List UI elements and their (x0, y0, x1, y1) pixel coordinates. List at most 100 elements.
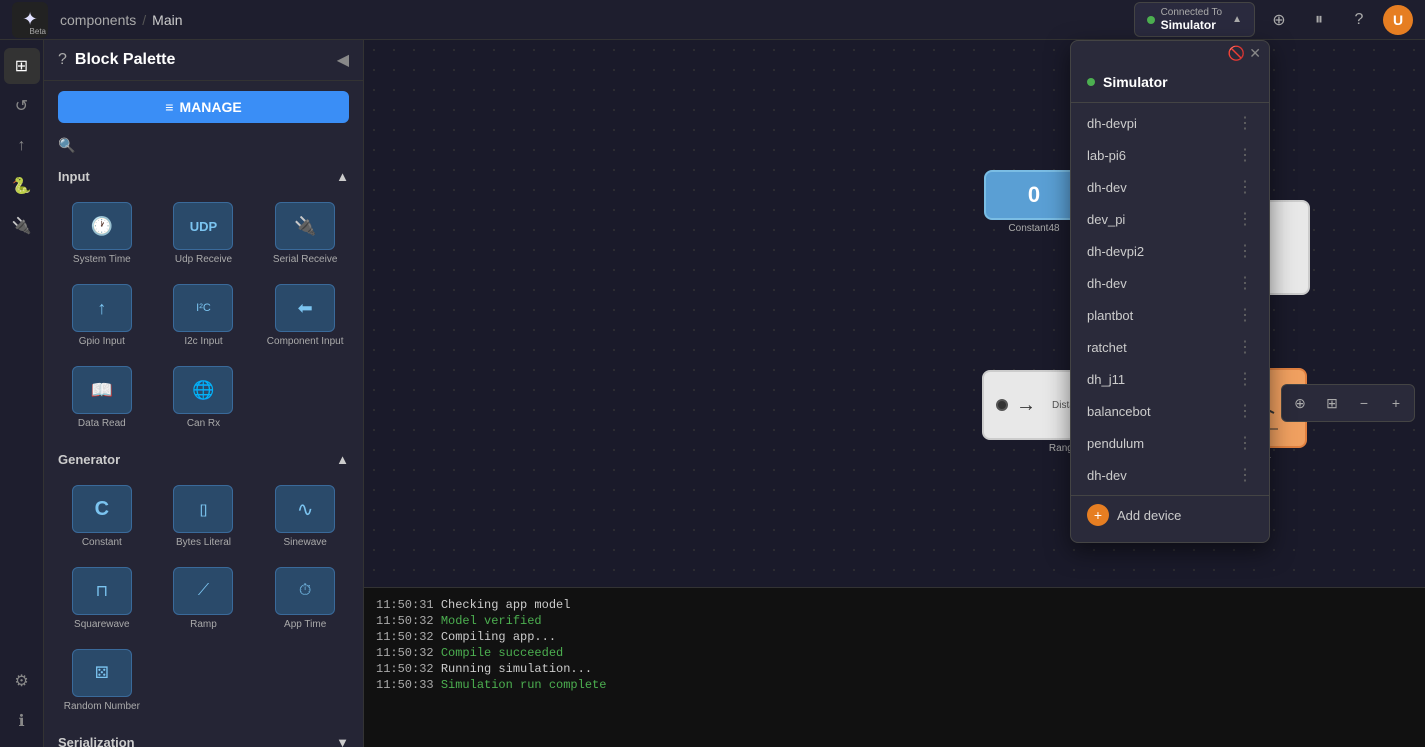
palette-bytes-literal[interactable]: [] Bytes Literal (156, 479, 252, 555)
device-menu-icon[interactable]: ⋮ (1237, 305, 1253, 325)
device-menu-icon[interactable]: ⋮ (1237, 113, 1253, 133)
palette-serial-receive[interactable]: 🔌 Serial Receive (257, 196, 353, 272)
palette-help-icon[interactable]: ? (58, 51, 67, 69)
palette-i2c-input[interactable]: I²C I2c Input (156, 278, 252, 354)
palette-ramp[interactable]: ⟋ Ramp (156, 561, 252, 637)
system-time-label: System Time (73, 254, 131, 266)
sidebar-header: ? Block Palette ◀ (44, 40, 363, 81)
serialization-section-header[interactable]: Serialization ▼ (44, 729, 363, 747)
palette-squarewave[interactable]: ⊓ Squarewave (54, 561, 150, 637)
palette-data-read[interactable]: 📖 Data Read (54, 360, 150, 436)
device-menu-icon[interactable]: ⋮ (1237, 401, 1253, 421)
constant-label: Constant (82, 537, 122, 549)
palette-section-input: Input ▲ 🕐 System Time UDP Udp Receive 🔌 … (44, 163, 363, 442)
sidebar-scroll: Input ▲ 🕐 System Time UDP Udp Receive 🔌 … (44, 163, 363, 747)
data-read-label: Data Read (78, 418, 126, 430)
nav-history-icon[interactable]: ↺ (4, 88, 40, 124)
device-item-ratchet[interactable]: ratchet ⋮ (1071, 331, 1269, 363)
palette-udp-receive[interactable]: UDP Udp Receive (156, 196, 252, 272)
simulator-label: Simulator (1161, 18, 1216, 32)
palette-system-time[interactable]: 🕐 System Time (54, 196, 150, 272)
device-item-dh-dev-3[interactable]: dh-dev ⋮ (1071, 459, 1269, 491)
canvas-target-button[interactable]: ⊕ (1286, 389, 1314, 417)
device-item-dh-devpi2[interactable]: dh-devpi2 ⋮ (1071, 235, 1269, 267)
chevron-up-icon (1232, 14, 1242, 25)
device-menu-icon[interactable]: ⋮ (1237, 145, 1253, 165)
generator-section-header[interactable]: Generator ▲ (44, 446, 363, 473)
device-menu-icon[interactable]: ⋮ (1237, 433, 1253, 453)
input-section-header[interactable]: Input ▲ (44, 163, 363, 190)
palette-can-rx[interactable]: 🌐 Can Rx (156, 360, 252, 436)
device-menu-icon[interactable]: ⋮ (1237, 369, 1253, 389)
palette-gpio-input[interactable]: ↑ Gpio Input (54, 278, 150, 354)
dropdown-close-button[interactable]: ✕ (1249, 45, 1261, 62)
device-menu-icon[interactable]: ⋮ (1237, 241, 1253, 261)
dropdown-panel: 🚫 ✕ Simulator dh-devpi ⋮ lab-pi6 ⋮ dh-de… (1070, 40, 1270, 543)
palette-component-input[interactable]: ⬅ Component Input (257, 278, 353, 354)
node-constant48[interactable]: 0 Constant48 (984, 170, 1084, 234)
device-menu-icon[interactable]: ⋮ (1237, 465, 1253, 485)
breadcrumb-root[interactable]: components (60, 12, 136, 28)
device-item-balancebot[interactable]: balancebot ⋮ (1071, 395, 1269, 427)
topbar-right: Connected To Simulator ⊕ ⏸ ? U (1134, 2, 1413, 37)
device-item-dh-devpi[interactable]: dh-devpi ⋮ (1071, 107, 1269, 139)
device-menu-icon[interactable]: ⋮ (1237, 177, 1253, 197)
connection-status-dot (1147, 16, 1155, 24)
main-layout: ⊞ ↺ ↑ 🐍 🔌 ⚙ ℹ ? Block Palette ◀ ≡ MANAGE (0, 40, 1425, 747)
add-device-label: Add device (1117, 508, 1181, 523)
palette-constant[interactable]: C Constant (54, 479, 150, 555)
device-item-dh-j11[interactable]: dh_j11 ⋮ (1071, 363, 1269, 395)
device-item-dev-pi[interactable]: dev_pi ⋮ (1071, 203, 1269, 235)
sidebar-collapse-icon[interactable]: ◀ (337, 50, 349, 70)
canvas-grid-button[interactable]: ⊞ (1318, 389, 1346, 417)
input-section-label: Input (58, 169, 90, 184)
squarewave-block: ⊓ (72, 567, 132, 615)
serialization-section-label: Serialization (58, 735, 135, 747)
search-input[interactable] (58, 137, 349, 153)
generator-section-label: Generator (58, 452, 120, 467)
device-menu-icon[interactable]: ⋮ (1237, 337, 1253, 357)
app-time-block: ⏱ (275, 567, 335, 615)
nav-plugin-icon[interactable]: 🔌 (4, 208, 40, 244)
device-menu-icon[interactable]: ⋮ (1237, 209, 1253, 229)
palette-app-time[interactable]: ⏱ App Time (257, 561, 353, 637)
nav-info-icon[interactable]: ℹ (4, 703, 40, 739)
breadcrumb-sep: / (142, 12, 146, 28)
connected-simulator-button[interactable]: Connected To Simulator (1134, 2, 1255, 37)
dropdown-close-row: 🚫 ✕ (1071, 41, 1269, 62)
add-device-button[interactable]: + Add device (1071, 495, 1269, 534)
ramp-block: ⟋ (173, 567, 233, 615)
nav-python-icon[interactable]: 🐍 (4, 168, 40, 204)
search-box (44, 133, 363, 163)
serial-receive-label: Serial Receive (273, 254, 337, 266)
navigate-icon-button[interactable]: ⊕ (1263, 4, 1295, 36)
palette-random-number[interactable]: ⚄ Random Number (54, 643, 150, 719)
dropdown-minimize-button[interactable]: 🚫 (1228, 45, 1245, 62)
dropdown-simulator-item[interactable]: Simulator (1071, 62, 1269, 103)
topbar: ✦ Beta components / Main Connected To Si… (0, 0, 1425, 40)
device-item-pendulum[interactable]: pendulum ⋮ (1071, 427, 1269, 459)
device-item-dh-dev-2[interactable]: dh-dev ⋮ (1071, 267, 1269, 299)
nav-settings-icon[interactable]: ⚙ (4, 663, 40, 699)
device-item-dh-dev-1[interactable]: dh-dev ⋮ (1071, 171, 1269, 203)
component-input-block: ⬅ (275, 284, 335, 332)
nav-grid-icon[interactable]: ⊞ (4, 48, 40, 84)
device-menu-icon[interactable]: ⋮ (1237, 273, 1253, 293)
manage-button[interactable]: ≡ MANAGE (58, 91, 349, 123)
palette-sinewave[interactable]: ∿ Sinewave (257, 479, 353, 555)
udp-receive-block: UDP (173, 202, 233, 250)
device-item-lab-pi6[interactable]: lab-pi6 ⋮ (1071, 139, 1269, 171)
nav-export-icon[interactable]: ↑ (4, 128, 40, 164)
help-icon-button[interactable]: ? (1343, 4, 1375, 36)
canvas-zoom-out-button[interactable]: − (1350, 389, 1378, 417)
connected-to-label: Connected To (1161, 7, 1223, 18)
avatar[interactable]: U (1383, 5, 1413, 35)
sidebar-title: Block Palette (75, 51, 175, 69)
sinewave-label: Sinewave (283, 537, 326, 549)
log-line-6: 11:50:33 Simulation run complete (376, 678, 1413, 692)
canvas-zoom-in-button[interactable]: + (1382, 389, 1410, 417)
device-item-plantbot[interactable]: plantbot ⋮ (1071, 299, 1269, 331)
serial-receive-block: 🔌 (275, 202, 335, 250)
random-number-label: Random Number (64, 701, 140, 713)
pause-icon-button[interactable]: ⏸ (1303, 4, 1335, 36)
